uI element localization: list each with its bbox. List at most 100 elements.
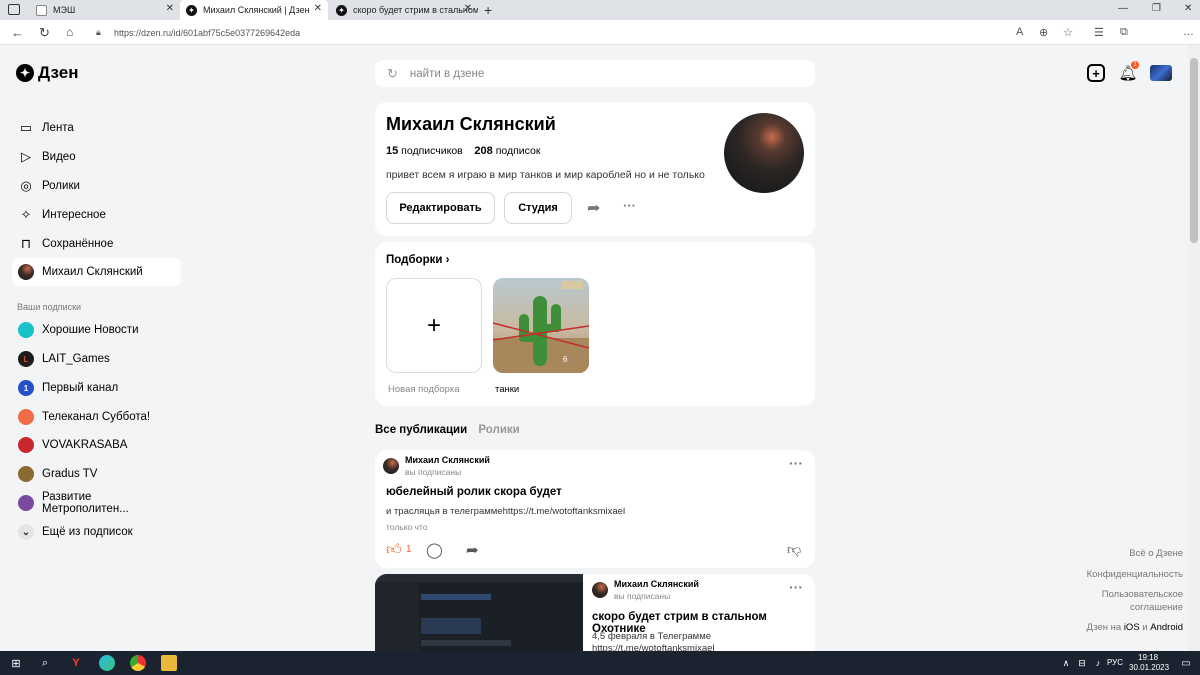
dzen-logo[interactable]: ✦ Дзен [16,63,78,83]
footer-terms-link-2[interactable]: соглашение [1130,602,1183,613]
studio-button[interactable]: Студия [504,192,572,224]
edit-button[interactable]: Редактировать [386,192,495,224]
close-tab-icon[interactable]: ✕ [314,3,322,14]
comment-icon[interactable]: ◯ [426,541,443,559]
thumb-line [421,594,491,600]
more-label: Ещё из подписок [42,526,133,538]
collections-card: Подборки › + Новая подборка 6 танки [375,242,815,406]
post-time: только что [386,522,428,532]
sidebar-item-shorts[interactable]: ◎ Ролики [12,172,181,200]
close-window-icon[interactable]: ✕ [1184,3,1192,14]
tab-actions-icon[interactable] [8,4,20,15]
close-tab-icon[interactable]: ✕ [464,3,472,14]
settings-menu-icon[interactable]: … [1183,26,1194,38]
subscription-item[interactable]: 1 Первый канал [12,374,181,402]
read-aloud-icon[interactable]: A [1016,26,1023,38]
profile-avatar[interactable] [724,113,804,193]
like-icon[interactable]: 👍︎ [386,541,402,559]
minimize-icon[interactable]: — [1118,3,1128,14]
avatar[interactable] [592,582,608,598]
subscriptions-label: подписок [495,145,541,157]
avatar[interactable] [383,458,399,474]
search-icon[interactable]: ⌕ [37,655,53,671]
sidebar-item-video[interactable]: ▷ Видео [12,143,181,171]
channel-avatar [18,409,34,425]
maximize-icon[interactable]: ❐ [1152,3,1161,14]
browser-tab-profile[interactable]: ✦ Михаил Склянский | Дзен ✕ [180,0,328,20]
create-post-icon[interactable]: + [1087,64,1105,82]
sidebar-item-profile[interactable]: Михаил Склянский [12,258,181,286]
subscription-item[interactable]: Gradus TV [12,460,181,488]
play-icon: ▷ [21,149,31,164]
post-author[interactable]: Михаил Склянский [405,455,490,465]
subscription-item[interactable]: Телеканал Суббота! [12,403,181,431]
chrome-icon[interactable] [130,655,146,671]
subscription-item[interactable]: VOVAKRASABA [12,431,181,459]
sidebar-item-saved[interactable]: ⊓ Сохранённое [12,230,181,258]
scrollbar-thumb[interactable] [1190,58,1198,243]
subscription-item[interactable]: Развитие Метрополитен... [12,489,181,517]
close-tab-icon[interactable]: ✕ [166,3,174,14]
post-subscription-status: вы подписаны [405,467,462,477]
tab-all-publications[interactable]: Все публикации [375,424,467,436]
profile-stats: 15 подписчиков 208 подписок [386,145,540,157]
subscription-item[interactable]: L LAIT_Games [12,345,181,373]
dislike-icon[interactable]: 👎︎ [787,541,801,558]
sidebar-item-label: Лента [42,122,74,134]
post-more-icon[interactable]: ··· [789,455,803,471]
url-text: https://dzen.ru/id/601abf75c5e0377269642… [114,27,301,38]
windows-start-icon[interactable]: ⊞ [8,655,24,671]
avatar[interactable] [1150,65,1172,81]
share-icon[interactable]: ➦ [587,198,600,218]
yandex-browser-icon[interactable]: Y [68,655,84,671]
network-icon[interactable]: ⊟ [1074,655,1090,671]
notifications-center-icon[interactable]: ▭ [1178,655,1194,671]
sparkle-icon: ✧ [20,207,32,222]
post-title[interactable]: юбелейный ролик скора будет [386,486,562,498]
language-indicator[interactable]: РУС [1107,658,1123,667]
footer-ios-link[interactable]: iOS [1124,622,1140,633]
lock-icon: 🔒︎ [96,27,101,37]
url-field[interactable]: 🔒︎ https://dzen.ru/id/601abf75c5e0377269… [96,23,996,42]
more-subscriptions[interactable]: ⌄ Ещё из подписок [12,518,181,546]
collections-icon[interactable]: ⧉ [1120,26,1128,39]
subscription-item[interactable]: Хорошие Новости [12,316,181,344]
browser-tab-strip: МЭШ ✕ ✦ Михаил Склянский | Дзен ✕ ✦ скор… [0,0,1200,20]
subscription-label: LAIT_Games [42,353,110,365]
notification-badge: 1 [1131,61,1139,69]
tray-chevron-up-icon[interactable]: ∧ [1058,655,1074,671]
collections-title-link[interactable]: Подборки › [386,254,449,266]
back-icon[interactable]: ← [11,25,24,40]
post-author[interactable]: Михаил Склянский [614,579,699,589]
search-input[interactable]: ↻ найти в дзене [375,60,815,87]
edge-browser-icon[interactable] [99,655,115,671]
chevron-down-icon: ⌄ [18,524,34,540]
browser-tab-stream[interactable]: ✦ скоро будет стрим в стальном ✕ [330,0,478,20]
zoom-icon[interactable]: ⊕ [1039,26,1048,39]
footer-about-link[interactable]: Всё о Дзене [1129,548,1183,559]
subscription-label: Gradus TV [42,468,98,480]
refresh-icon[interactable]: ↻ [39,25,50,41]
browser-tab-mesh[interactable]: МЭШ ✕ [30,0,180,20]
new-tab-button[interactable]: + [484,2,492,18]
file-explorer-icon[interactable] [161,655,177,671]
more-options-button[interactable]: ··· [623,198,636,213]
share-icon[interactable]: ➦ [466,541,479,559]
home-icon[interactable]: ⌂ [66,25,73,39]
sidebar-item-interesting[interactable]: ✧ Интересное [12,201,181,229]
favorites-icon[interactable]: ☰ [1094,26,1104,39]
footer-terms-link-1[interactable]: Пользовательское [1102,589,1183,600]
post-card[interactable]: Михаил Склянский вы подписаны ··· юбелей… [375,450,815,568]
footer-privacy-link[interactable]: Конфиденциальность [1087,569,1183,580]
tab-shorts[interactable]: Ролики [478,424,519,436]
clock-date[interactable]: 30.01.2023 [1129,663,1169,672]
sidebar-item-label: Сохранённое [42,238,114,250]
post-more-icon[interactable]: ··· [789,579,803,595]
collection-tanks[interactable]: 6 [493,278,589,373]
favorite-star-icon[interactable]: ☆ [1063,26,1073,39]
volume-icon[interactable]: ♪ [1090,655,1106,671]
new-collection-button[interactable]: + [386,278,482,373]
footer-android-link[interactable]: Android [1150,622,1183,633]
sidebar-item-feed[interactable]: ▭ Лента [12,114,181,142]
clock-time[interactable]: 19:18 [1138,653,1158,662]
